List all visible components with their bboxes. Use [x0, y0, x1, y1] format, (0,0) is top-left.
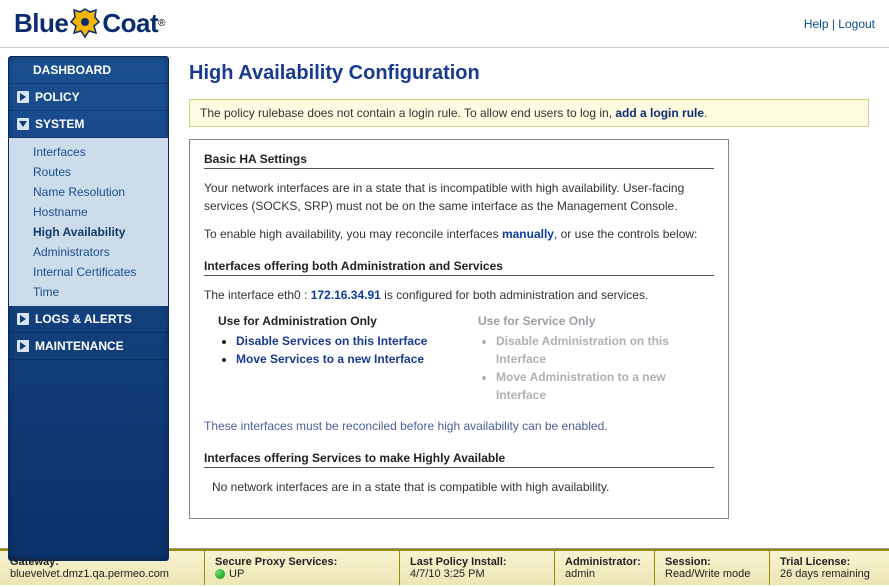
status-gateway: Gateway: bluevelvet.dmz1.qa.permeo.com	[0, 551, 205, 585]
move-services-link[interactable]: Move Services to a new Interface	[236, 352, 424, 366]
page-title: High Availability Configuration	[189, 62, 869, 85]
interface-ip: 172.16.34.91	[311, 288, 381, 302]
nav-system-sub: Interfaces Routes Name Resolution Hostna…	[9, 138, 168, 306]
status-session: Session: Read/Write mode	[655, 551, 770, 585]
ha-panel: Basic HA Settings Your network interface…	[189, 139, 729, 519]
service-only-opts: Disable Administration on this Interface…	[478, 332, 714, 404]
sess-label: Session:	[665, 556, 759, 568]
list-item: Disable Administration on this Interface	[496, 332, 714, 368]
admin-value: admin	[565, 568, 644, 580]
service-only-col: Use for Service Only Disable Administrat…	[478, 312, 714, 404]
nav-routes[interactable]: Routes	[9, 162, 168, 182]
admin-label: Administrator:	[565, 556, 644, 568]
top-bar: Blue Coat ® Help | Logout	[0, 0, 889, 48]
collapse-icon	[17, 118, 29, 130]
interface-line-b: is configured for both administration an…	[381, 288, 648, 302]
move-admin-disabled: Move Administration to a new Interface	[496, 370, 666, 402]
alert-text-post: .	[704, 106, 707, 120]
nav-system-label: SYSTEM	[35, 117, 84, 131]
basic-ha-p2a: To enable high availability, you may rec…	[204, 227, 502, 241]
nav-policy[interactable]: POLICY	[9, 84, 168, 111]
status-license: Trial License: 26 days remaining	[770, 551, 889, 585]
nav-name-resolution[interactable]: Name Resolution	[9, 182, 168, 202]
reconcile-manually-link[interactable]: manually	[502, 227, 554, 241]
shield-icon	[70, 7, 100, 41]
nav-time[interactable]: Time	[9, 282, 168, 302]
interface-line-a: The interface eth0 :	[204, 288, 311, 302]
basic-ha-p2: To enable high availability, you may rec…	[204, 225, 714, 243]
nav-administrators[interactable]: Administrators	[9, 242, 168, 262]
expand-icon	[17, 91, 29, 103]
list-item: Disable Services on this Interface	[236, 332, 454, 350]
disable-admin-disabled: Disable Administration on this Interface	[496, 334, 669, 366]
sps-label: Secure Proxy Services:	[215, 556, 389, 568]
sps-val-text: UP	[229, 568, 244, 580]
status-bar: Gateway: bluevelvet.dmz1.qa.permeo.com S…	[0, 549, 889, 585]
status-led-icon	[215, 569, 225, 579]
disable-services-link[interactable]: Disable Services on this Interface	[236, 334, 427, 348]
nav-maintenance-label: MAINTENANCE	[35, 339, 124, 353]
expand-icon	[17, 313, 29, 325]
expand-icon	[17, 340, 29, 352]
nav-dashboard-label: DASHBOARD	[33, 63, 111, 77]
nav-internal-certificates[interactable]: Internal Certificates	[9, 262, 168, 282]
status-proxy-services: Secure Proxy Services: UP	[205, 551, 400, 585]
svc-ha-text: No network interfaces are in a state tha…	[212, 480, 609, 494]
status-last-policy: Last Policy Install: 4/7/10 3:25 PM	[400, 551, 555, 585]
top-links: Help | Logout	[804, 17, 875, 31]
lic-label: Trial License:	[780, 556, 879, 568]
basic-ha-p2b: , or use the controls below:	[554, 227, 697, 241]
help-link[interactable]: Help	[804, 17, 829, 31]
basic-ha-p1: Your network interfaces are in a state t…	[204, 179, 714, 215]
admin-only-opts: Disable Services on this Interface Move …	[218, 332, 454, 368]
list-item: Move Administration to a new Interface	[496, 368, 714, 404]
basic-ha-body: Your network interfaces are in a state t…	[204, 179, 714, 243]
basic-ha-heading: Basic HA Settings	[204, 152, 714, 169]
brand-text-blue: Blue	[14, 8, 68, 39]
nav-system[interactable]: SYSTEM	[9, 111, 168, 138]
gateway-label: Gateway:	[10, 556, 194, 568]
both-body: The interface eth0 : 172.16.34.91 is con…	[204, 286, 714, 435]
sidebar: DASHBOARD POLICY SYSTEM Interfaces Route…	[8, 56, 169, 561]
alert-text-pre: The policy rulebase does not contain a l…	[200, 106, 615, 120]
nav-logs-alerts[interactable]: LOGS & ALERTS	[9, 306, 168, 333]
admin-only-hdr: Use for Administration Only	[218, 312, 454, 330]
lpi-value: 4/7/10 3:25 PM	[410, 568, 544, 580]
status-administrator: Administrator: admin	[555, 551, 655, 585]
both-heading: Interfaces offering both Administration …	[204, 259, 714, 276]
interface-line: The interface eth0 : 172.16.34.91 is con…	[204, 286, 714, 304]
sidebar-wrap: DASHBOARD POLICY SYSTEM Interfaces Route…	[0, 48, 175, 548]
nav-policy-label: POLICY	[35, 90, 80, 104]
svc-ha-heading: Interfaces offering Services to make Hig…	[204, 451, 714, 468]
lic-value: 26 days remaining	[780, 568, 879, 580]
nav-logs-label: LOGS & ALERTS	[35, 312, 132, 326]
gateway-value: bluevelvet.dmz1.qa.permeo.com	[10, 568, 194, 580]
options-row: Use for Administration Only Disable Serv…	[218, 312, 714, 404]
brand-text-coat: Coat	[102, 8, 158, 39]
logout-link[interactable]: Logout	[838, 17, 875, 31]
admin-only-col: Use for Administration Only Disable Serv…	[218, 312, 454, 404]
lpi-label: Last Policy Install:	[410, 556, 544, 568]
reconcile-note: These interfaces must be reconciled befo…	[204, 418, 714, 435]
sps-value: UP	[215, 568, 389, 580]
nav-interfaces[interactable]: Interfaces	[9, 142, 168, 162]
nav-high-availability[interactable]: High Availability	[9, 222, 168, 242]
nav-maintenance[interactable]: MAINTENANCE	[9, 333, 168, 360]
main-content: High Availability Configuration The poli…	[175, 48, 889, 548]
add-login-rule-link[interactable]: add a login rule	[615, 106, 704, 120]
nav-dashboard[interactable]: DASHBOARD	[9, 57, 168, 84]
brand-reg: ®	[158, 18, 165, 29]
nav-hostname[interactable]: Hostname	[9, 202, 168, 222]
sess-value: Read/Write mode	[665, 568, 759, 580]
policy-alert: The policy rulebase does not contain a l…	[189, 99, 869, 127]
service-only-hdr: Use for Service Only	[478, 312, 714, 330]
list-item: Move Services to a new Interface	[236, 350, 454, 368]
brand-logo: Blue Coat ®	[14, 7, 166, 41]
svc-ha-body: No network interfaces are in a state tha…	[212, 478, 714, 496]
body-row: DASHBOARD POLICY SYSTEM Interfaces Route…	[0, 48, 889, 549]
